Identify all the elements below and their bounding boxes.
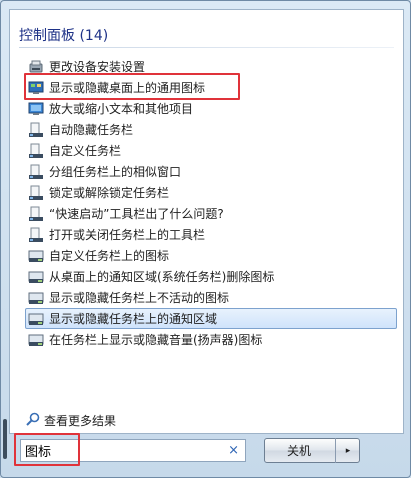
result-item-label: 自动隐藏任务栏 — [49, 123, 134, 137]
see-more-results-link[interactable]: 查看更多结果 — [26, 412, 116, 429]
notification-area-icon — [28, 248, 44, 264]
results-group-header: 控制面板 (14) — [19, 28, 109, 44]
result-item-label: 显示或隐藏任务栏上的通知区域 — [49, 312, 218, 326]
result-item[interactable]: 打开或关闭任务栏上的工具栏 — [26, 224, 404, 245]
taskbar-icon — [28, 143, 44, 159]
taskbar-icon — [28, 122, 44, 138]
result-item[interactable]: “快速启动”工具栏出了什么问题? — [26, 203, 404, 224]
result-item[interactable]: 自定义任务栏 — [26, 140, 404, 161]
search-input[interactable] — [25, 443, 215, 458]
result-item[interactable]: 锁定或解除锁定任务栏 — [26, 182, 404, 203]
search-results-pane: 控制面板 (14) 更改设备安装设置显示或隐藏桌面上的通用图标 放大或缩小文本和其… — [9, 9, 404, 434]
result-item-label: 显示或隐藏桌面上的通用图标 — [49, 81, 206, 95]
header-divider — [19, 47, 394, 48]
result-item[interactable]: 显示或隐藏桌面上的通用图标 — [26, 77, 404, 98]
result-item[interactable]: 更改设备安装设置 — [26, 56, 404, 77]
result-item-label: “快速启动”工具栏出了什么问题? — [49, 207, 224, 221]
result-item[interactable]: 分组任务栏上的相似窗口 — [26, 161, 404, 182]
start-menu-window: 控制面板 (14) 更改设备安装设置显示或隐藏桌面上的通用图标 放大或缩小文本和其… — [0, 0, 411, 478]
result-item[interactable]: 在任务栏上显示或隐藏音量(扬声器)图标 — [26, 329, 404, 350]
shutdown-label: 关机 — [286, 444, 311, 458]
desktop-icon — [28, 80, 44, 96]
notification-area-icon — [28, 269, 44, 285]
result-item-label: 锁定或解除锁定任务栏 — [49, 186, 170, 200]
notification-area-icon — [28, 332, 44, 348]
start-search-box[interactable]: × — [20, 439, 246, 462]
taskbar-icon — [28, 227, 44, 243]
result-item[interactable]: 显示或隐藏任务栏上不活动的图标 — [26, 287, 404, 308]
result-item[interactable]: 自动隐藏任务栏 — [26, 119, 404, 140]
result-item-label: 从桌面上的通知区域(系统任务栏)删除图标 — [49, 270, 275, 284]
result-item[interactable]: 显示或隐藏任务栏上的通知区域 — [25, 308, 397, 329]
result-item[interactable]: 自定义任务栏上的图标 — [26, 245, 404, 266]
device-install-icon — [28, 59, 44, 75]
notification-area-icon — [28, 311, 44, 327]
see-more-results-label: 查看更多结果 — [44, 414, 117, 428]
clear-search-icon[interactable]: × — [228, 443, 239, 458]
taskbar-icon — [28, 206, 44, 222]
taskbar-icon — [28, 164, 44, 180]
notification-area-icon — [28, 290, 44, 306]
results-list: 更改设备安装设置显示或隐藏桌面上的通用图标 放大或缩小文本和其他项目 自动隐藏任务栏… — [25, 56, 404, 350]
result-item-label: 分组任务栏上的相似窗口 — [49, 165, 182, 179]
result-item[interactable]: 从桌面上的通知区域(系统任务栏)删除图标 — [26, 266, 404, 287]
result-item-label: 自定义任务栏上的图标 — [49, 249, 170, 263]
result-item-label: 显示或隐藏任务栏上不活动的图标 — [49, 291, 230, 305]
side-scroll-handle — [3, 419, 7, 459]
chevron-right-icon: ▸ — [345, 445, 351, 456]
display-icon — [28, 101, 44, 117]
result-item-label: 在任务栏上显示或隐藏音量(扬声器)图标 — [49, 333, 263, 347]
result-item[interactable]: 放大或缩小文本和其他项目 — [26, 98, 404, 119]
shutdown-options-button[interactable]: ▸ — [335, 438, 360, 463]
result-item-label: 自定义任务栏 — [49, 144, 122, 158]
taskbar-icon — [28, 185, 44, 201]
magnifier-icon — [26, 412, 40, 429]
result-item-label: 打开或关闭任务栏上的工具栏 — [49, 228, 206, 242]
result-item-label: 放大或缩小文本和其他项目 — [49, 102, 194, 116]
result-item-label: 更改设备安装设置 — [49, 60, 146, 74]
